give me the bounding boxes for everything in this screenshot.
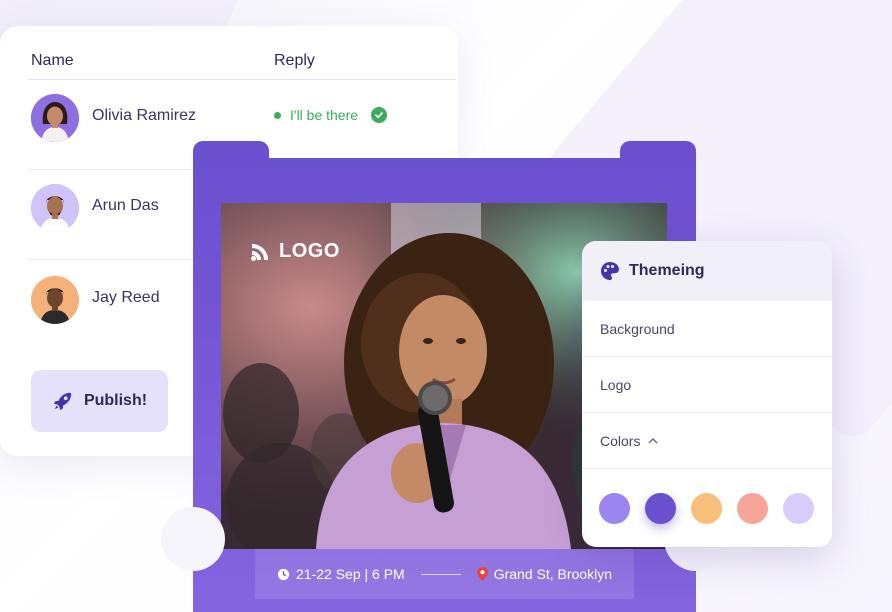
guest-name: Arun Das [92,197,159,214]
theming-title: Themeing [629,262,705,279]
person-avatar-icon [31,94,79,142]
column-header-reply: Reply [274,52,315,69]
theme-item-label: Background [600,320,675,337]
guest-name: Jay Reed [92,289,160,306]
canvas: Name Reply Olivia Ramirez I'll be there [0,0,892,612]
avatar [31,184,79,232]
event-location: Grand St, Brooklyn [493,566,612,582]
color-swatch[interactable] [599,492,630,524]
clock-icon [277,568,290,581]
theme-item-label: Logo [600,376,632,393]
chevron-up-icon [648,437,658,444]
logo-text: LOGO [279,240,340,262]
status-dot-icon [274,111,281,119]
divider [420,573,461,575]
check-circle-icon [371,107,388,123]
palette-icon [601,262,619,280]
color-swatch[interactable] [783,492,814,524]
pin-icon [476,567,488,581]
theme-item-background[interactable]: Background [582,301,832,357]
reply-text: I'll be there [290,107,359,123]
color-swatch[interactable] [645,492,676,524]
color-swatches [582,469,832,547]
avatar [31,94,79,142]
publish-label: Publish! [83,392,148,409]
person-avatar-icon [31,184,79,232]
guest-list-header: Name Reply [28,50,456,80]
guest-name: Olivia Ramirez [92,107,197,124]
publish-button[interactable]: Publish! [31,370,168,432]
color-swatch[interactable] [737,492,768,524]
event-datetime: 21-22 Sep | 6 PM [296,566,405,582]
event-logo: LOGO [249,240,340,263]
reply-status: I'll be there [274,107,388,123]
rocket-icon [53,392,72,411]
event-info-bar: 21-22 Sep | 6 PM Grand St, Brooklyn [255,549,634,599]
theming-panel: Themeing Background Logo Colors [582,241,832,547]
theme-item-logo[interactable]: Logo [582,357,832,413]
theming-header: Themeing [582,241,832,301]
person-avatar-icon [31,276,79,324]
theme-item-colors[interactable]: Colors [582,413,832,469]
avatar [31,276,79,324]
color-swatch[interactable] [691,492,722,524]
ticket-notch [161,507,225,571]
rss-icon [251,243,268,261]
column-header-name: Name [31,52,74,69]
theme-item-label: Colors [600,432,641,449]
